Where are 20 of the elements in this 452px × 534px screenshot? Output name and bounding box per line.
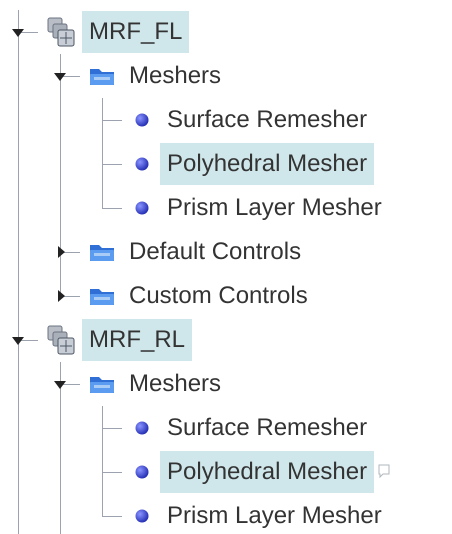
tree-item[interactable]: Polyhedral Mesher [160,143,374,185]
stacked-boxes-icon [46,324,76,356]
expanded-arrow-icon[interactable] [12,29,24,37]
tree-item[interactable]: Meshers [122,363,228,405]
tree-item[interactable]: Default Controls [122,231,308,273]
stacked-boxes-icon [46,16,76,48]
collapsed-arrow-icon[interactable] [58,290,65,302]
tree-item[interactable]: Prism Layer Mesher [160,187,389,229]
tree-item[interactable]: Surface Remesher [160,99,374,141]
collapsed-arrow-icon[interactable] [58,246,65,258]
tree-item[interactable]: Meshers [122,55,228,97]
tree-item[interactable]: Surface Remesher [160,407,374,449]
tree-item[interactable]: Prism Layer Mesher [160,495,389,534]
tree-item[interactable]: MRF_RL [82,319,192,361]
expanded-arrow-icon[interactable] [12,337,24,345]
expanded-arrow-icon[interactable] [54,73,66,81]
tree-item[interactable]: MRF_FL [82,11,190,53]
tree-item[interactable]: Polyhedral Mesher [160,451,374,493]
expanded-arrow-icon[interactable] [54,381,66,389]
tree-item[interactable]: Custom Controls [122,275,315,317]
